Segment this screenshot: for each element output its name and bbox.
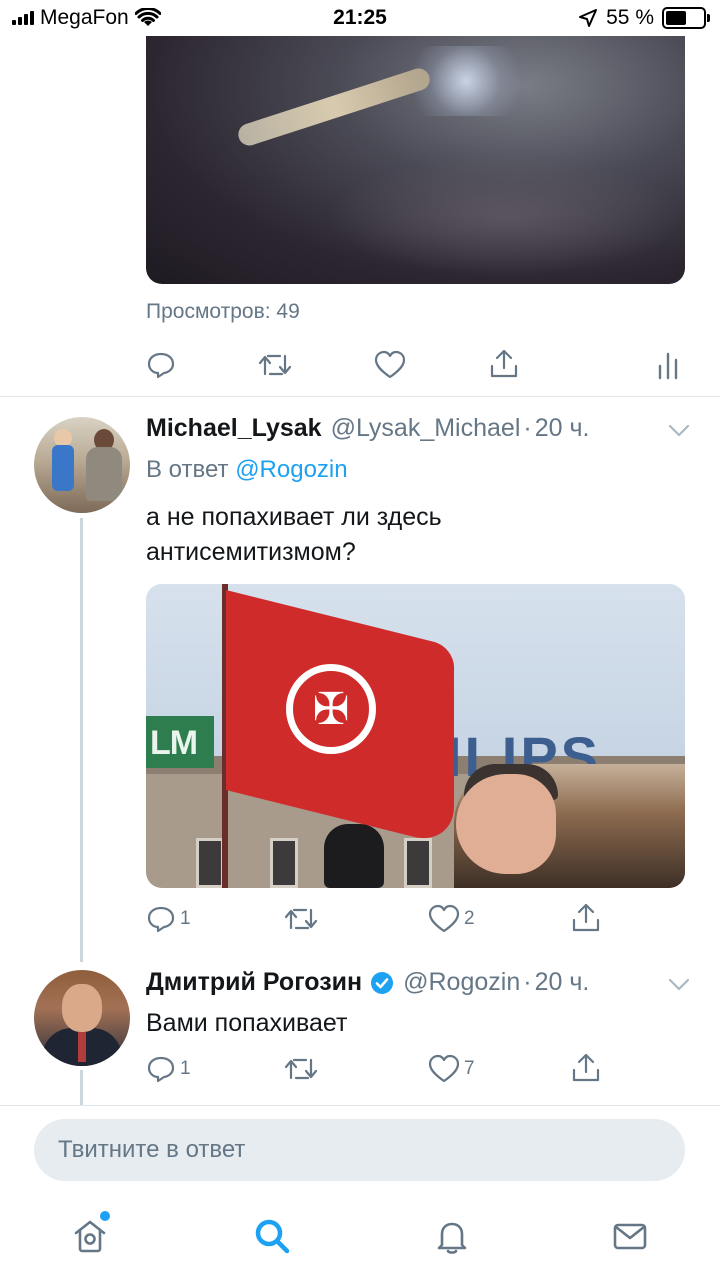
reply-count: 1 (180, 1058, 191, 1079)
tab-notifications[interactable] (430, 1214, 474, 1258)
share-button[interactable] (570, 902, 602, 934)
notifications-icon (437, 1222, 467, 1254)
retweet-button[interactable] (284, 1054, 318, 1084)
new-content-dot (100, 1211, 110, 1221)
thread-line (80, 1070, 83, 1106)
tweet-header: Дмитрий Рогозин @Rogozin · 20 ч. (146, 968, 589, 997)
timestamp: 20 ч. (534, 414, 590, 442)
battery-percent: 55 % (606, 6, 654, 29)
share-button[interactable] (488, 348, 520, 380)
user-handle[interactable]: @Lysak_Michael (331, 414, 521, 443)
status-bar: MegaFon 21:25 55 % (0, 0, 720, 36)
thread-line (80, 518, 83, 962)
share-icon (572, 1053, 600, 1082)
timestamp: 20 ч. (534, 968, 590, 996)
tweet-header: Michael_Lysak @Lysak_Michael · 20 ч. (146, 414, 589, 443)
verified-badge-icon (371, 971, 394, 994)
tweet-text: Вами попахивает (146, 1009, 348, 1037)
tweet-photo[interactable]: LM ILIPS ✠ (146, 584, 685, 888)
like-button[interactable]: 7 (428, 1054, 475, 1084)
reply-bar-divider (0, 1105, 720, 1106)
avatar[interactable] (34, 417, 130, 513)
tweet-text-line: антисемитизмом? (146, 538, 356, 566)
tab-bar (0, 1196, 720, 1280)
retweet-icon (284, 908, 318, 930)
like-button[interactable] (374, 350, 406, 380)
tweet-text-line: а не попахивает ли здесь (146, 503, 442, 531)
retweet-button[interactable] (284, 904, 318, 934)
reply-context: В ответ @Rogozin (146, 456, 348, 484)
display-name[interactable]: Дмитрий Рогозин (146, 968, 362, 997)
user-handle[interactable]: @Rogozin (403, 968, 520, 997)
reply-icon (147, 1056, 175, 1083)
share-icon (572, 903, 600, 932)
share-button[interactable] (570, 1052, 602, 1084)
retweet-icon (284, 1058, 318, 1080)
separator: · (523, 968, 532, 996)
heart-icon (428, 904, 460, 933)
mention-link[interactable]: @Rogozin (235, 456, 347, 483)
home-icon (74, 1220, 106, 1253)
retweet-icon (258, 354, 292, 376)
share-icon (490, 349, 518, 378)
heart-icon (374, 350, 406, 379)
separator: · (523, 414, 532, 442)
reply-input[interactable] (34, 1119, 685, 1181)
search-icon (255, 1219, 290, 1254)
reply-icon (147, 906, 175, 933)
tweet-divider (0, 396, 720, 397)
reply-count: 1 (180, 908, 191, 929)
analytics-icon (658, 352, 678, 380)
battery-icon (662, 7, 710, 29)
retweet-button[interactable] (258, 350, 292, 380)
battery-fill (666, 11, 686, 25)
reply-button[interactable]: 1 (146, 1054, 191, 1084)
tab-search[interactable] (250, 1214, 294, 1258)
view-count: Просмотров: 49 (146, 300, 300, 323)
analytics-button[interactable] (656, 350, 682, 380)
reply-prefix: В ответ (146, 456, 229, 483)
heart-icon (428, 1054, 460, 1083)
location-arrow-icon (579, 9, 598, 27)
reply-button[interactable]: 1 (146, 904, 191, 934)
reply-button[interactable] (146, 350, 176, 380)
reply-compose-bar[interactable] (34, 1119, 685, 1181)
tweet-text: а не попахивает ли здесь антисемитизмом? (146, 500, 442, 570)
reply-icon (147, 352, 175, 379)
like-count: 2 (464, 908, 475, 929)
chevron-down-icon[interactable] (668, 424, 690, 438)
like-count: 7 (464, 1058, 475, 1079)
display-name[interactable]: Michael_Lysak (146, 414, 322, 443)
tweet-video[interactable] (146, 36, 685, 284)
chevron-down-icon[interactable] (668, 978, 690, 992)
photo-sign-left: LM (146, 716, 214, 768)
like-button[interactable]: 2 (428, 904, 475, 934)
messages-icon (613, 1223, 647, 1250)
flag-emblem: ✠ (286, 664, 376, 754)
avatar[interactable] (34, 970, 130, 1066)
tab-messages[interactable] (608, 1214, 652, 1258)
